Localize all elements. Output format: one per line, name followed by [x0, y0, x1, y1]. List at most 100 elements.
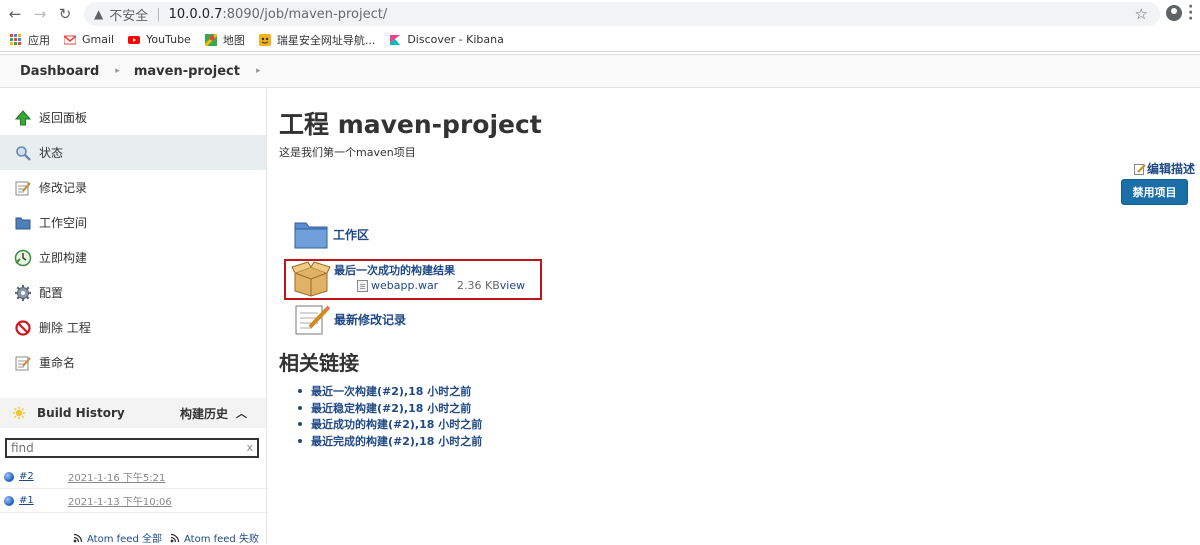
warning-icon: ▲: [94, 7, 104, 21]
breadcrumb-separator-icon[interactable]: ▸: [115, 66, 120, 76]
clock-icon: [14, 249, 32, 267]
notepad-icon: [14, 354, 32, 372]
sun-weather-icon: [12, 406, 26, 420]
edit-pencil-icon: [1134, 163, 1146, 175]
permalink-last-stable-build[interactable]: 最近稳定构建(#2),18 小时之前: [298, 400, 482, 417]
bookmark-kibana[interactable]: Discover - Kibana: [389, 33, 504, 46]
build-history-title-cn[interactable]: 构建历史: [180, 405, 228, 422]
back-icon[interactable]: ←: [4, 3, 26, 25]
edit-description-link[interactable]: 编辑描述: [1134, 160, 1195, 177]
recent-changes-label: 最新修改记录: [334, 312, 407, 327]
browser-toolbar: ← → ↻ ▲ 不安全 | 10.0.0.7:8090/job/maven-pr…: [0, 0, 1200, 28]
task-label: 状态: [39, 146, 64, 160]
project-description: 这是我们第一个maven项目: [279, 146, 416, 159]
edit-description-label: 编辑描述: [1147, 162, 1196, 176]
build-number-link[interactable]: #2: [19, 471, 68, 482]
feed-all-link[interactable]: Atom feed 全部: [73, 530, 162, 545]
task-label: 返回面板: [39, 111, 88, 125]
kibana-icon: [390, 34, 401, 45]
notepad-icon: [14, 179, 32, 197]
task-label: 立即构建: [39, 251, 88, 265]
task-back-to-dashboard[interactable]: 返回面板: [0, 100, 266, 135]
blue-ball-status-icon: [4, 471, 14, 482]
page-title: 工程 maven-project: [279, 110, 542, 139]
task-label: 删除 工程: [39, 321, 91, 335]
task-workspace[interactable]: 工作空间: [0, 205, 266, 240]
build-number-link[interactable]: #1: [19, 495, 68, 506]
breadcrumb-separator-icon[interactable]: ▸: [256, 66, 261, 76]
recent-changes-link[interactable]: 最新修改记录: [294, 302, 406, 336]
reload-icon[interactable]: ↻: [54, 3, 76, 25]
artifact-size: 2.36 KB: [457, 279, 500, 292]
bookmark-apps[interactable]: 应用: [10, 32, 50, 48]
task-label: 配置: [39, 286, 64, 300]
url-path: :8090/job/maven-project/: [222, 6, 388, 22]
notepad-icon: [295, 305, 330, 335]
permalinks-list: 最近一次构建(#2),18 小时之前 最近稳定构建(#2),18 小时之前 最近…: [298, 383, 482, 449]
build-search-input[interactable]: [11, 441, 231, 455]
profile-avatar-icon[interactable]: [1166, 5, 1182, 21]
build-row[interactable]: #2 2021-1-16 下午5:21: [0, 465, 266, 489]
no-entry-icon: [14, 319, 32, 337]
build-history-header: Build History 构建历史 ︿: [0, 398, 266, 428]
folder-icon: [14, 214, 32, 232]
bookmark-rising[interactable]: 瑞星安全网址导航...: [258, 32, 376, 48]
build-date-link[interactable]: 2021-1-16 下午5:21: [68, 469, 165, 484]
related-links-title: 相关链接: [279, 351, 359, 375]
disable-project-button[interactable]: 禁用项目: [1121, 179, 1188, 205]
feed-label: Atom feed 全部: [87, 534, 162, 545]
search-icon: [14, 144, 32, 162]
artifact-file-link[interactable]: webapp.war: [371, 279, 457, 292]
package-box-icon: [291, 261, 331, 297]
clear-icon[interactable]: x: [246, 441, 253, 454]
address-bar[interactable]: ▲ 不安全 | 10.0.0.7:8090/job/maven-project/…: [84, 2, 1160, 26]
gmail-icon: [64, 34, 76, 44]
bookmark-youtube[interactable]: YouTube: [128, 33, 191, 46]
menu-kebab-icon[interactable]: · · ·: [1188, 0, 1194, 26]
bookmark-label: Gmail: [82, 33, 115, 46]
bookmark-maps[interactable]: 地图: [204, 32, 245, 48]
forward-icon[interactable]: →: [29, 3, 51, 25]
task-delete-project[interactable]: 删除 工程: [0, 310, 266, 345]
permalink-last-successful-build[interactable]: 最近成功的构建(#2),18 小时之前: [298, 416, 482, 433]
last-successful-artifacts-link[interactable]: 最后一次成功的构建结果: [334, 262, 455, 278]
permalink-last-build[interactable]: 最近一次构建(#2),18 小时之前: [298, 383, 482, 400]
task-rename[interactable]: 重命名: [0, 345, 266, 380]
url-host: 10.0.0.7: [168, 6, 223, 22]
bookmark-gmail[interactable]: Gmail: [64, 33, 114, 46]
youtube-icon: [128, 35, 141, 44]
workspace-link[interactable]: 工作区: [294, 219, 369, 249]
bookmarks-bar: 应用 Gmail YouTube 地图 瑞星安全网址导航... Discover…: [0, 28, 1200, 52]
artifact-view-link[interactable]: view: [500, 279, 525, 292]
build-row[interactable]: #1 2021-1-13 下午10:06: [0, 489, 266, 513]
build-date-link[interactable]: 2021-1-13 下午10:06: [68, 493, 172, 508]
blue-ball-status-icon: [4, 495, 14, 506]
gear-icon: [14, 284, 32, 302]
url-separator: |: [156, 6, 161, 22]
rss-icon: [170, 533, 180, 542]
main-panel: 工程 maven-project 这是我们第一个maven项目 编辑描述 禁用项…: [279, 89, 1200, 544]
build-search-field[interactable]: x: [5, 438, 259, 458]
bookmark-star-icon[interactable]: ☆: [1135, 5, 1148, 23]
bookmark-label: Discover - Kibana: [407, 33, 504, 46]
up-arrow-icon: [14, 109, 32, 127]
bookmark-label: 地图: [222, 33, 245, 47]
maps-icon: [204, 33, 217, 46]
task-label: 修改记录: [39, 181, 88, 195]
task-configure[interactable]: 配置: [0, 275, 266, 310]
breadcrumb-project[interactable]: maven-project: [134, 64, 240, 79]
breadcrumb-dashboard[interactable]: Dashboard: [20, 64, 99, 79]
task-build-now[interactable]: 立即构建: [0, 240, 266, 275]
feed-failures-link[interactable]: Atom feed 失败: [170, 530, 259, 545]
file-icon: [357, 279, 368, 292]
bookmark-label: YouTube: [146, 33, 191, 46]
breadcrumb: Dashboard ▸ maven-project ▸: [0, 54, 1200, 88]
task-changes[interactable]: 修改记录: [0, 170, 266, 205]
task-label: 重命名: [39, 356, 76, 370]
chevron-up-icon[interactable]: ︿: [236, 405, 247, 421]
bookmark-label: 瑞星安全网址导航...: [276, 33, 376, 47]
build-history-title: Build History: [37, 406, 125, 420]
permalink-last-completed-build[interactable]: 最近完成的构建(#2),18 小时之前: [298, 433, 482, 450]
rising-icon: [258, 33, 271, 46]
task-status[interactable]: 状态: [0, 135, 266, 170]
